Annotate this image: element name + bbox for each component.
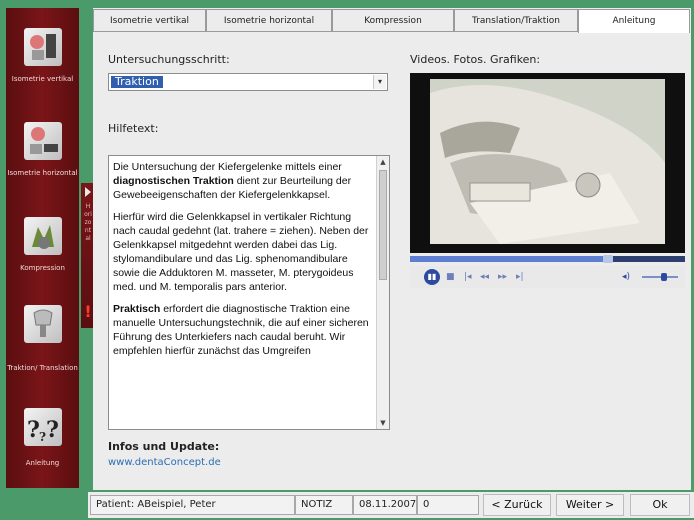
video-player[interactable] — [410, 73, 685, 253]
sidebar-item-isometrie-horizontal[interactable]: Isometrie horizontal — [6, 116, 79, 206]
isometric-horizontal-icon — [24, 122, 62, 160]
help-icon: ??? — [24, 408, 62, 446]
scroll-thumb[interactable] — [379, 170, 387, 280]
ok-button[interactable]: Ok — [630, 494, 690, 516]
compression-icon — [24, 217, 62, 255]
rewind-button[interactable]: ◂◂ — [480, 270, 489, 284]
help-scrollbar[interactable]: ▲ ▼ — [376, 156, 389, 429]
sidebar-item-label: Isometrie vertikal — [11, 75, 74, 83]
dropdown-arrow-icon[interactable]: ▾ — [373, 75, 386, 89]
svg-text:?: ? — [27, 417, 40, 443]
tab-isometrie-horizontal[interactable]: Isometrie horizontal — [206, 9, 332, 32]
help-text: Die Untersuchung der Kiefergelenke mitte… — [113, 160, 373, 366]
player-controls: ▮▮ ■ |◂ ◂◂ ▸▸ ▸| ◂) — [410, 266, 685, 288]
skull-video-frame — [410, 73, 685, 253]
volume-slider[interactable] — [642, 273, 678, 281]
help-paragraph: Die Untersuchung der Kiefergelenke mitte… — [113, 161, 352, 201]
help-textarea[interactable]: Die Untersuchung der Kiefergelenke mitte… — [108, 155, 390, 430]
video-progress-handle[interactable] — [603, 255, 613, 263]
collapse-label: Horizontal — [84, 203, 92, 242]
tab-anleitung[interactable]: Anleitung — [578, 9, 690, 33]
video-progress[interactable] — [410, 255, 685, 263]
back-button[interactable]: < Zurück — [483, 494, 551, 516]
help-paragraph: Hierfür wird die Gelenkkapsel in vertika… — [113, 211, 369, 293]
stop-button[interactable]: ■ — [446, 270, 455, 284]
sidebar-item-label: Isometrie horizontal — [7, 169, 78, 177]
count-field: 0 — [417, 495, 479, 515]
sidebar-item-kompression[interactable]: Kompression — [6, 213, 79, 293]
svg-text:?: ? — [46, 417, 59, 443]
info-label: Infos und Update: — [108, 440, 220, 453]
step-label: Untersuchungsschritt: — [108, 53, 230, 66]
sidebar-item-traktion[interactable]: Traktion/ Translation — [6, 301, 79, 391]
pause-button[interactable]: ▮▮ — [424, 269, 440, 285]
expand-arrow-icon — [85, 187, 91, 197]
sidebar-item-label: Anleitung — [25, 459, 60, 467]
volume-icon[interactable]: ◂) — [622, 270, 630, 284]
tab-translation-traktion[interactable]: Translation/Traktion — [454, 9, 578, 32]
video-progress-fill — [410, 256, 608, 262]
tab-kompression[interactable]: Kompression — [332, 9, 454, 32]
patient-field: Patient: ABeispiel, Peter — [90, 495, 295, 515]
help-label: Hilfetext: — [108, 122, 159, 135]
warning-icon: ! — [84, 302, 92, 321]
scroll-down-icon[interactable]: ▼ — [377, 417, 389, 429]
help-paragraph: Praktisch erfordert die diagnostische Tr… — [113, 303, 369, 357]
date-field: 08.11.2007 — [353, 495, 417, 515]
website-link[interactable]: www.dentaConcept.de — [108, 457, 221, 468]
scroll-up-icon[interactable]: ▲ — [377, 156, 389, 168]
traction-icon — [24, 305, 62, 343]
next-button[interactable]: ▸| — [516, 270, 524, 284]
next-button[interactable]: Weiter > — [556, 494, 624, 516]
sidebar: Isometrie vertikal Isometrie horizontal … — [6, 8, 79, 488]
fast-forward-button[interactable]: ▸▸ — [498, 270, 507, 284]
previous-button[interactable]: |◂ — [464, 270, 472, 284]
status-bar: Patient: ABeispiel, Peter NOTIZ 08.11.20… — [88, 492, 694, 518]
step-select[interactable]: Traktion ▾ — [108, 73, 388, 91]
isometric-vertical-icon — [24, 28, 62, 66]
note-field[interactable]: NOTIZ — [295, 495, 353, 515]
volume-handle[interactable] — [661, 273, 667, 281]
sidebar-item-anleitung[interactable]: ??? Anleitung — [6, 400, 79, 480]
sidebar-item-isometrie-vertikal[interactable]: Isometrie vertikal — [6, 22, 79, 112]
sidebar-item-label: Traktion/ Translation — [7, 364, 78, 372]
step-select-value: Traktion — [111, 76, 163, 88]
media-label: Videos. Fotos. Grafiken: — [410, 53, 541, 66]
svg-text:?: ? — [39, 430, 46, 444]
tab-isometrie-vertikal[interactable]: Isometrie vertikal — [93, 9, 206, 32]
sidebar-item-label: Kompression — [20, 264, 65, 272]
